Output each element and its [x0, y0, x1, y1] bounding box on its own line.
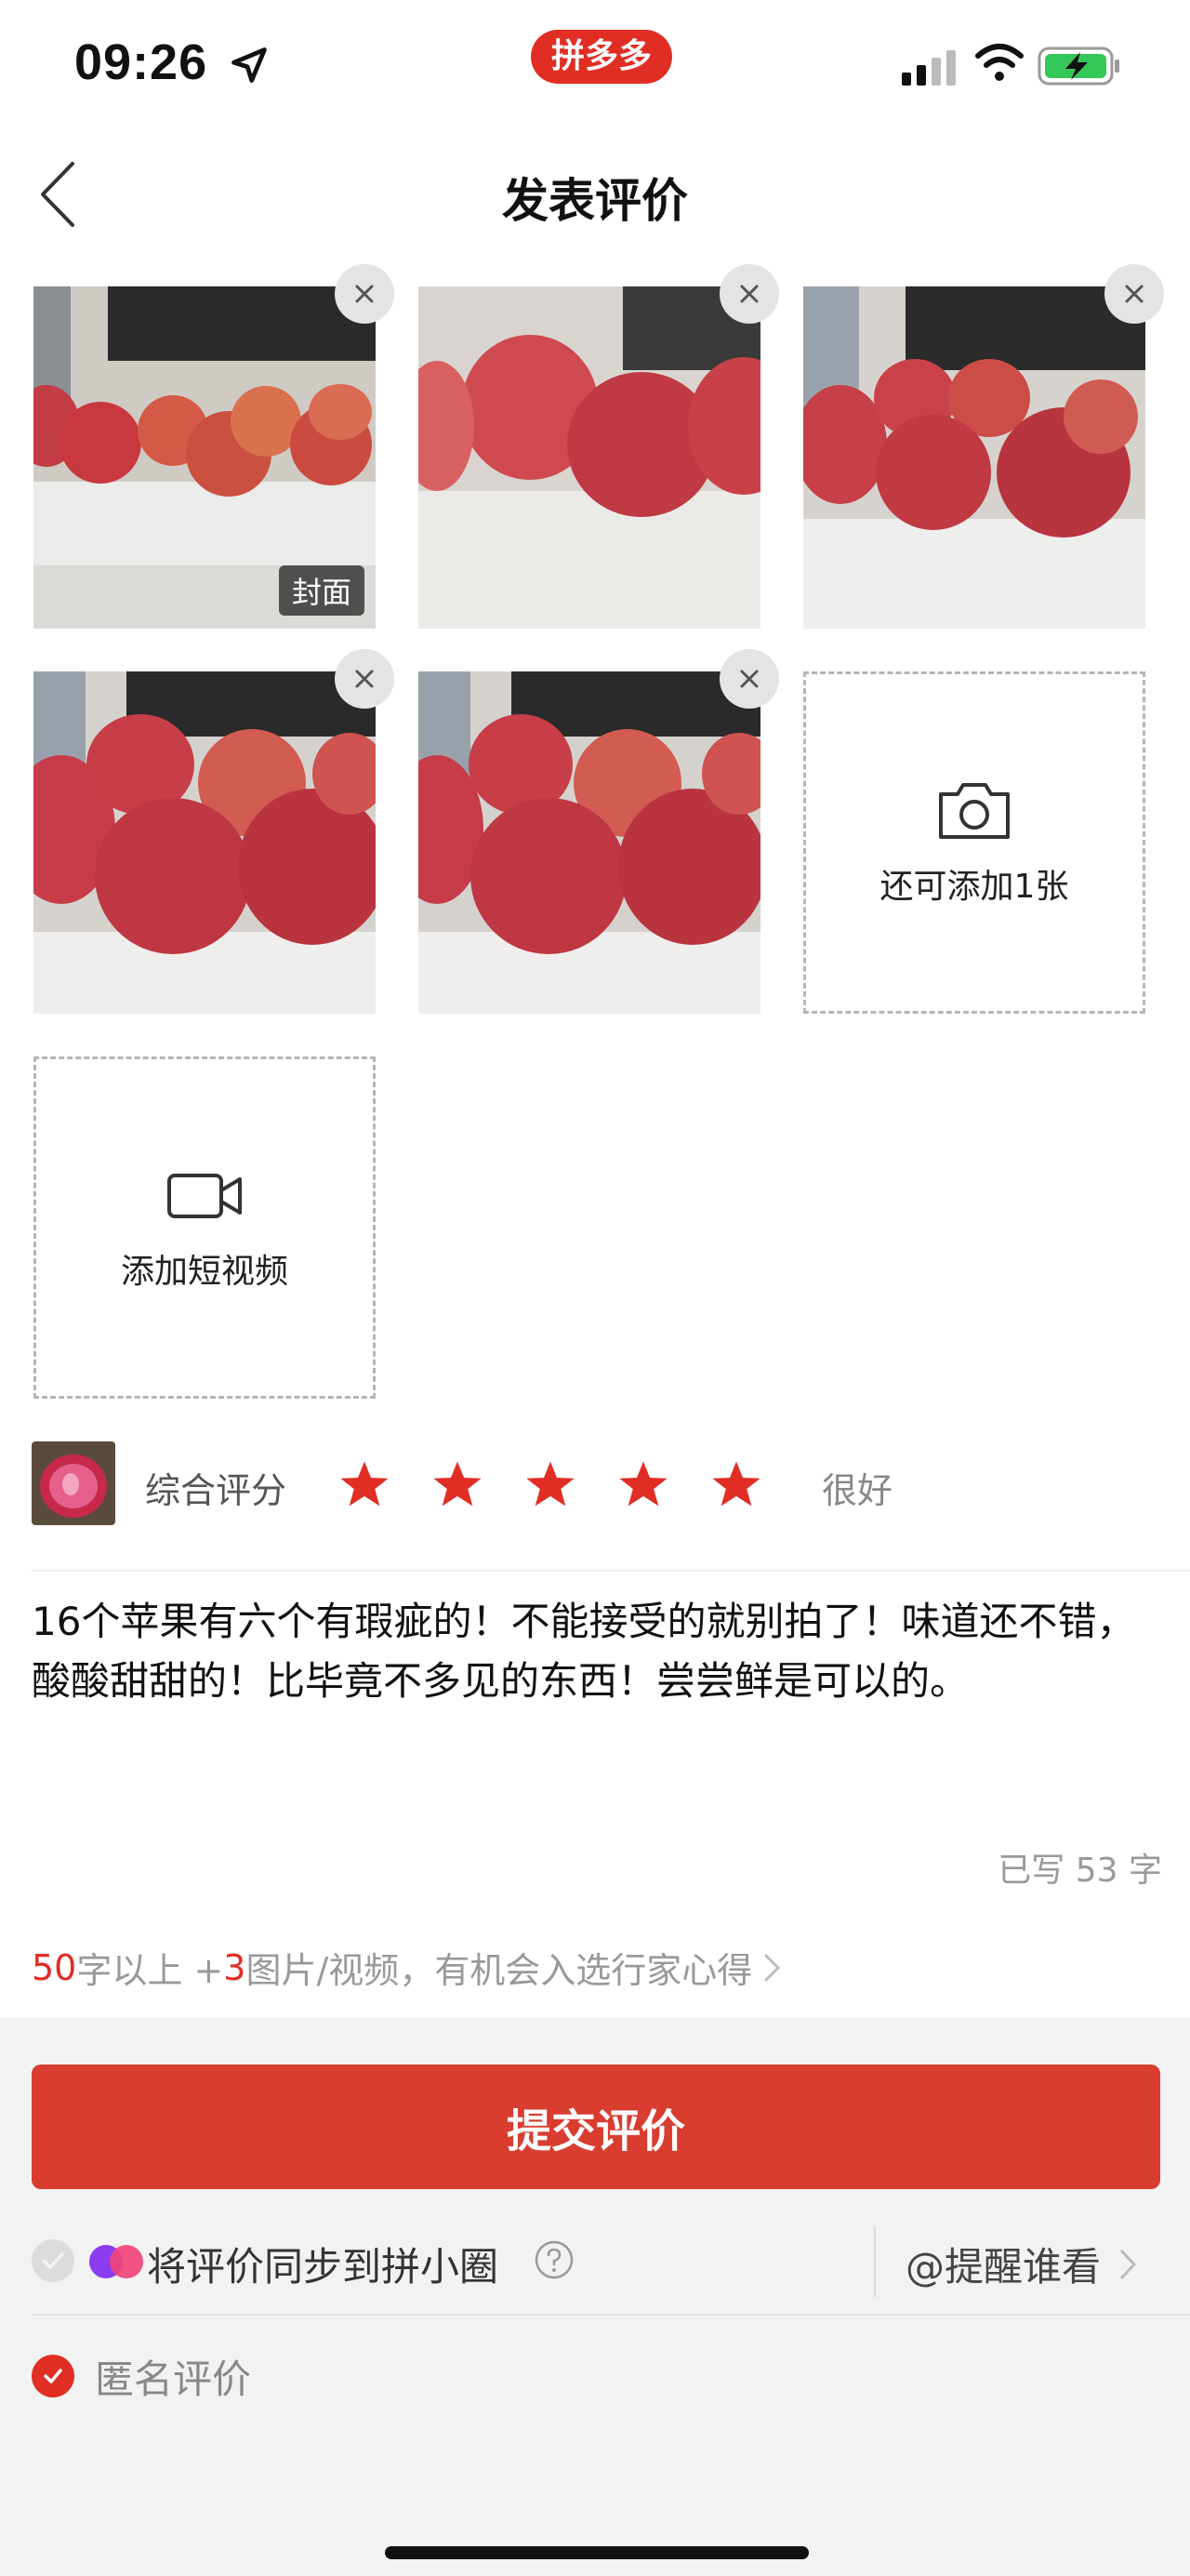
- star-2-icon[interactable]: [431, 1458, 483, 1510]
- help-icon[interactable]: [534, 2239, 575, 2280]
- battery-charging-icon: [1038, 46, 1119, 86]
- char-count: 已写 53 字: [998, 1852, 1162, 1890]
- mention-button[interactable]: @提醒谁看: [906, 2236, 1138, 2292]
- close-icon: [355, 285, 374, 303]
- cover-tag: 封面: [278, 565, 364, 616]
- remove-photo-4-button[interactable]: [335, 649, 394, 709]
- remove-photo-3-button[interactable]: [1104, 264, 1164, 324]
- review-textarea[interactable]: 16个苹果有六个有瑕疵的！不能接受的就别拍了！味道还不错，酸酸甜甜的！比毕竟不多…: [32, 1592, 1162, 1711]
- apple-photo: [803, 286, 1145, 629]
- anonymous-checkbox[interactable]: [32, 2355, 74, 2397]
- tip-char-threshold: 50: [32, 1946, 77, 1988]
- anonymous-label: 匿名评价: [95, 2356, 252, 2402]
- star-1-icon[interactable]: [338, 1458, 390, 1510]
- location-arrow-icon: [231, 47, 267, 83]
- status-time: 09:26: [74, 34, 208, 90]
- remove-photo-1-button[interactable]: [335, 264, 394, 324]
- tip-text-2: 图片/视频，有机会入选行家心得: [245, 1950, 753, 1991]
- add-photo-label: 还可添加1张: [879, 868, 1069, 906]
- remove-photo-5-button[interactable]: [720, 649, 779, 709]
- chevron-right-icon: [764, 1953, 781, 1982]
- photo-thumbnail-5[interactable]: [418, 671, 760, 1014]
- submit-review-button[interactable]: 提交评价: [32, 2065, 1160, 2189]
- tip-text-1: 字以上 +: [76, 1950, 224, 1991]
- star-4-icon[interactable]: [617, 1458, 669, 1510]
- chevron-right-icon: [1119, 2249, 1137, 2279]
- video-camera-icon: [167, 1174, 242, 1218]
- rating-label: 综合评分: [145, 1470, 287, 1511]
- photo-thumbnail-3[interactable]: [803, 286, 1145, 629]
- divider: [32, 2314, 1190, 2316]
- add-video-label: 添加短视频: [120, 1253, 288, 1291]
- close-icon: [355, 670, 374, 688]
- apple-photo: [418, 671, 760, 1014]
- pinxiaoquan-logo-icon: [89, 2245, 143, 2278]
- close-icon: [1125, 285, 1144, 303]
- divider: [32, 1570, 1190, 1572]
- status-bar: 09:26 拼多多: [0, 0, 1190, 130]
- page-title: 发表评价: [502, 174, 688, 228]
- add-video-button[interactable]: 添加短视频: [33, 1056, 376, 1399]
- check-icon: [42, 2252, 64, 2269]
- sync-row: 将评价同步到拼小圈 @提醒谁看: [32, 2217, 1160, 2306]
- app-badge: 拼多多: [531, 30, 673, 84]
- star-5-icon[interactable]: [710, 1458, 762, 1510]
- camera-icon: [939, 783, 1010, 839]
- remove-photo-2-button[interactable]: [720, 264, 779, 324]
- close-icon: [740, 670, 759, 688]
- star-3-icon[interactable]: [524, 1458, 576, 1510]
- rating-row: 综合评分 很好: [32, 1441, 1184, 1531]
- star-rating: [338, 1458, 762, 1510]
- signal-icon: [902, 50, 956, 86]
- photo-thumbnail-2[interactable]: [418, 286, 760, 629]
- add-photo-button[interactable]: 还可添加1张: [803, 671, 1145, 1014]
- rating-result-text: 很好: [822, 1470, 893, 1511]
- home-indicator: [385, 2546, 809, 2559]
- wifi-icon: [975, 44, 1024, 81]
- nav-bar: 发表评价: [0, 139, 1190, 251]
- anonymous-toggle[interactable]: 匿名评价: [32, 2334, 251, 2418]
- check-icon: [44, 2369, 62, 2383]
- apple-photo: [33, 671, 376, 1014]
- mention-label: @提醒谁看: [906, 2244, 1102, 2290]
- close-icon: [740, 285, 759, 303]
- photo-thumbnail-1[interactable]: 封面: [33, 286, 376, 629]
- expert-tip-link[interactable]: 50 字以上 + 3 图片/视频，有机会入选行家心得: [32, 1942, 782, 1993]
- apple-photo: [418, 286, 760, 629]
- photo-thumbnail-4[interactable]: [33, 671, 376, 1014]
- tip-media-threshold: 3: [223, 1946, 246, 1988]
- sync-checkbox[interactable]: [32, 2239, 74, 2282]
- vertical-divider: [874, 2226, 876, 2297]
- product-thumbnail: [32, 1441, 115, 1525]
- sync-label: 将评价同步到拼小圈: [147, 2244, 499, 2290]
